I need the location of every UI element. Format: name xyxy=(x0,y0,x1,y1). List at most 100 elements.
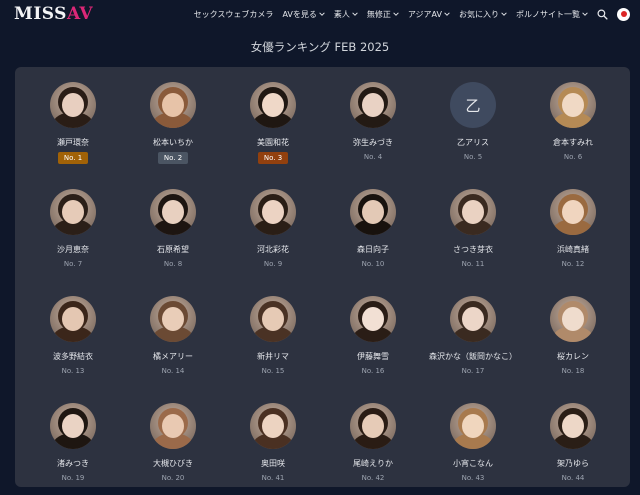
actress-name[interactable]: さつき芽衣 xyxy=(453,244,493,255)
avatar[interactable] xyxy=(550,189,596,235)
actress-name[interactable]: 乙アリス xyxy=(457,137,489,148)
rank-badge: No. 1 xyxy=(57,152,89,164)
avatar[interactable] xyxy=(150,296,196,342)
actress-card[interactable]: 石原希望 No. 8 xyxy=(123,174,223,281)
avatar[interactable] xyxy=(450,403,496,449)
rank-label: No. 13 xyxy=(61,367,85,375)
avatar[interactable] xyxy=(350,82,396,128)
actress-card[interactable]: 波多野結衣 No. 13 xyxy=(23,281,123,388)
nav-item-label: アジアAV xyxy=(407,9,442,19)
avatar[interactable] xyxy=(550,82,596,128)
rank-badge: No. 3 xyxy=(257,152,289,164)
chevron-down-icon xyxy=(319,11,325,17)
rank-label: No. 16 xyxy=(361,367,385,375)
actress-name[interactable]: 沙月恵奈 xyxy=(57,244,89,255)
actress-card[interactable]: 松本いちか No. 2 xyxy=(123,67,223,174)
rank-label: No. 8 xyxy=(163,260,183,268)
nav-item-4[interactable]: アジアAV xyxy=(408,9,450,20)
nav-item-label: AVを見る xyxy=(282,9,317,19)
nav-item-3[interactable]: 無修正 xyxy=(367,9,399,20)
avatar[interactable] xyxy=(150,189,196,235)
actress-name[interactable]: 新井リマ xyxy=(257,351,289,362)
actress-name[interactable]: 瀬戸環奈 xyxy=(57,137,89,148)
language-button[interactable] xyxy=(617,7,630,21)
actress-card[interactable]: 奥田咲 No. 41 xyxy=(223,388,323,495)
nav-item-1[interactable]: AVを見る xyxy=(282,9,325,20)
actress-card[interactable]: 尾崎えりか No. 42 xyxy=(323,388,423,495)
actress-name[interactable]: 大槻ひびき xyxy=(153,458,193,469)
actress-card[interactable]: 乙乙アリス No. 5 xyxy=(423,67,523,174)
actress-name[interactable]: 架乃ゆら xyxy=(557,458,589,469)
top-nav: MISSAV セックスウェブカメラ AVを見る 素人 無修正 アジアAV お気に入り ポルノ… xyxy=(0,0,640,28)
actress-name[interactable]: 渚みつき xyxy=(57,458,89,469)
avatar[interactable] xyxy=(250,82,296,128)
actress-card[interactable]: 新井リマ No. 15 xyxy=(223,281,323,388)
actress-card[interactable]: 橘メアリー No. 14 xyxy=(123,281,223,388)
avatar[interactable] xyxy=(350,296,396,342)
actress-card[interactable]: 浜崎真緒 No. 12 xyxy=(523,174,623,281)
actress-card[interactable]: 渚みつき No. 19 xyxy=(23,388,123,495)
rank-label: No. 18 xyxy=(561,367,585,375)
actress-card[interactable]: 瀬戸環奈 No. 1 xyxy=(23,67,123,174)
avatar[interactable] xyxy=(550,403,596,449)
actress-name[interactable]: 石原希望 xyxy=(157,244,189,255)
site-logo[interactable]: MISSAV xyxy=(14,4,93,24)
actress-name[interactable]: 浜崎真緒 xyxy=(557,244,589,255)
rank-label: No. 15 xyxy=(261,367,285,375)
rank-label: No. 14 xyxy=(161,367,185,375)
actress-card[interactable]: 河北彩花 No. 9 xyxy=(223,174,323,281)
avatar[interactable] xyxy=(350,189,396,235)
actress-name[interactable]: 橘メアリー xyxy=(153,351,193,362)
actress-name[interactable]: 奥田咲 xyxy=(261,458,285,469)
actress-card[interactable]: 倉本すみれ No. 6 xyxy=(523,67,623,174)
rank-label: No. 17 xyxy=(461,367,485,375)
actress-card[interactable]: 大槻ひびき No. 20 xyxy=(123,388,223,495)
actress-name[interactable]: 河北彩花 xyxy=(257,244,289,255)
nav-item-6[interactable]: ポルノサイト一覧 xyxy=(516,9,588,20)
rank-label: No. 43 xyxy=(461,474,485,482)
avatar[interactable] xyxy=(50,82,96,128)
actress-card[interactable]: 架乃ゆら No. 44 xyxy=(523,388,623,495)
avatar[interactable] xyxy=(50,296,96,342)
actress-name[interactable]: 小宵こなん xyxy=(453,458,493,469)
avatar[interactable] xyxy=(350,403,396,449)
actress-name[interactable]: 美園和花 xyxy=(257,137,289,148)
actress-name[interactable]: 尾崎えりか xyxy=(353,458,393,469)
nav-item-0[interactable]: セックスウェブカメラ xyxy=(194,9,274,20)
actress-name[interactable]: 弥生みづき xyxy=(353,137,393,148)
avatar[interactable] xyxy=(50,189,96,235)
actress-name[interactable]: 森沢かな（飯岡かなこ） xyxy=(429,351,517,362)
nav-item-5[interactable]: お気に入り xyxy=(459,9,507,20)
actress-card[interactable]: さつき芽衣 No. 11 xyxy=(423,174,523,281)
actress-card[interactable]: 桜カレン No. 18 xyxy=(523,281,623,388)
avatar[interactable] xyxy=(150,82,196,128)
actress-name[interactable]: 桜カレン xyxy=(557,351,589,362)
avatar[interactable]: 乙 xyxy=(450,82,496,128)
actress-card[interactable]: 小宵こなん No. 43 xyxy=(423,388,523,495)
actress-card[interactable]: 弥生みづき No. 4 xyxy=(323,67,423,174)
avatar[interactable] xyxy=(450,189,496,235)
actress-name[interactable]: 森日向子 xyxy=(357,244,389,255)
avatar[interactable] xyxy=(250,189,296,235)
nav-item-2[interactable]: 素人 xyxy=(334,9,358,20)
avatar[interactable] xyxy=(250,403,296,449)
avatar-initial: 乙 xyxy=(465,96,481,115)
actress-card[interactable]: 森沢かな（飯岡かなこ） No. 17 xyxy=(423,281,523,388)
actress-name[interactable]: 倉本すみれ xyxy=(553,137,593,148)
avatar[interactable] xyxy=(550,296,596,342)
rank-label: No. 12 xyxy=(561,260,585,268)
actress-card[interactable]: 沙月恵奈 No. 7 xyxy=(23,174,123,281)
actress-card[interactable]: 伊藤舞雪 No. 16 xyxy=(323,281,423,388)
nav-item-label: 無修正 xyxy=(366,9,391,19)
avatar[interactable] xyxy=(50,403,96,449)
search-icon[interactable] xyxy=(597,8,608,20)
avatar[interactable] xyxy=(150,403,196,449)
actress-name[interactable]: 伊藤舞雪 xyxy=(357,351,389,362)
actress-name[interactable]: 波多野結衣 xyxy=(53,351,93,362)
actress-card[interactable]: 美園和花 No. 3 xyxy=(223,67,323,174)
chevron-down-icon xyxy=(444,11,450,17)
actress-name[interactable]: 松本いちか xyxy=(153,137,193,148)
avatar[interactable] xyxy=(250,296,296,342)
avatar[interactable] xyxy=(450,296,496,342)
actress-card[interactable]: 森日向子 No. 10 xyxy=(323,174,423,281)
